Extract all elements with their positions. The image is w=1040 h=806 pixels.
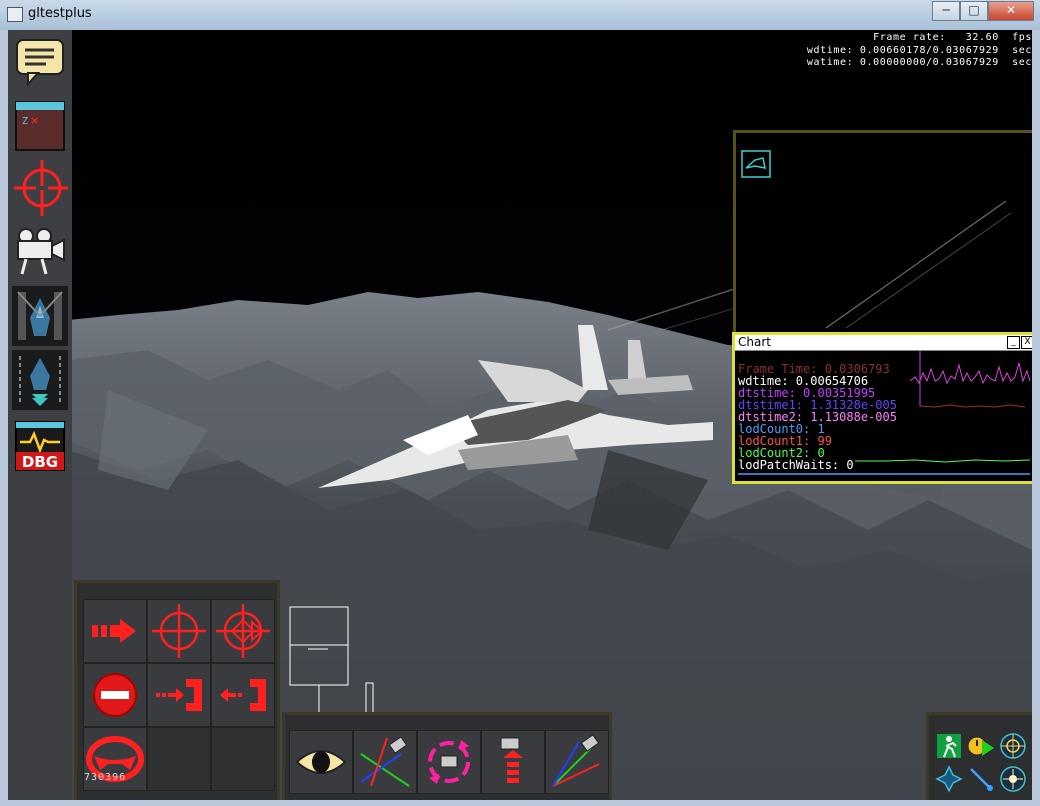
crosshair-button[interactable]: [12, 160, 68, 216]
crosshair-icon: [14, 160, 68, 216]
camera-rotate-button[interactable]: [417, 730, 481, 794]
dock-out-icon: [220, 679, 266, 711]
command-panel: [74, 580, 280, 800]
camera-up-icon: [500, 737, 523, 783]
eye-button[interactable]: [289, 730, 353, 794]
aircraft-deploy-button[interactable]: [12, 350, 68, 410]
chat-icon: [16, 39, 64, 87]
target-button[interactable]: [147, 599, 211, 663]
empty-slot: [147, 727, 211, 791]
move-forward-button[interactable]: [83, 599, 147, 663]
chart-minimize-button[interactable]: _: [1007, 336, 1020, 349]
chart-titlebar[interactable]: Chart _ X: [735, 335, 1032, 351]
svg-text:×: ×: [30, 114, 39, 127]
misc-panel: [926, 712, 1032, 800]
aircraft-deploy-icon: [19, 356, 61, 406]
watime-readout: watime: 0.00000000/0.03067929 sec: [806, 57, 1032, 68]
move-forward-icon: [92, 619, 136, 643]
chart-title: Chart: [738, 335, 771, 349]
window-icon: Z ×: [15, 101, 65, 151]
chart-body: Frame Time: 0.0306793 wdtime: 0.00654706…: [735, 351, 1032, 479]
eye-icon: [295, 750, 347, 774]
camera-move-button[interactable]: [545, 730, 609, 794]
wdtime-readout: wdtime: 0.00660178/0.03067929 sec: [806, 44, 1032, 56]
camera-axis-button[interactable]: [353, 730, 417, 794]
timer-play-button[interactable]: [965, 730, 997, 762]
stop-icon: [93, 673, 137, 717]
aircraft-select-icon: [17, 291, 63, 340]
id-counter: 730396: [84, 772, 127, 783]
camera-icon: [17, 228, 65, 275]
window-button[interactable]: Z ×: [12, 98, 68, 154]
camera-up-button[interactable]: [481, 730, 545, 794]
debug-button[interactable]: DBG: [12, 418, 68, 474]
camera-button[interactable]: [12, 222, 68, 278]
pointer-icon: [970, 768, 993, 791]
frame-rate: Frame rate: 32.60 fps: [873, 32, 1032, 43]
attitude-indicator: [289, 606, 349, 720]
left-toolbar: Z × DBG: [8, 30, 72, 800]
sun-icon: [1000, 766, 1026, 792]
exit-icon: [937, 734, 961, 758]
camera-panel: [282, 712, 612, 800]
target-icon: [152, 604, 206, 658]
maximize-button[interactable]: □: [960, 1, 988, 21]
camera-rotate-icon: [428, 740, 470, 784]
multi-target-icon: [216, 604, 270, 658]
aircraft-select-button[interactable]: [12, 286, 68, 346]
minimap-panel[interactable]: [733, 130, 1032, 336]
compass-icon: [1000, 733, 1026, 759]
chart-line-lodpatchwaits: lodPatchWaits: 0: [738, 458, 854, 472]
chart-panel[interactable]: Chart _ X Frame Time: 0.0306793 wdtime: …: [732, 332, 1032, 484]
3d-viewport[interactable]: Frame rate: 32.60 fps wdtime: 0.00660178…: [8, 30, 1032, 800]
sun-button[interactable]: [997, 763, 1029, 795]
stats-overlay: Frame rate: 32.60 fps wdtime: 0.00660178…: [807, 32, 1032, 70]
camera-axis-icon: [360, 736, 410, 787]
dock-in-button[interactable]: [147, 663, 211, 727]
window-frame-bottom: [0, 800, 1040, 806]
compass-button[interactable]: [997, 730, 1029, 762]
dock-out-button[interactable]: [211, 663, 275, 727]
timer-play-icon: [967, 736, 994, 756]
minimap-trails: [825, 200, 1012, 329]
window-frame-left: [0, 30, 8, 806]
window-frame-right: [1032, 30, 1040, 806]
camera-move-icon: [552, 734, 600, 787]
multi-target-button[interactable]: [211, 599, 275, 663]
window-titlebar: gltestplus ─ □ ✕: [0, 0, 1040, 31]
dock-in-icon: [156, 679, 202, 711]
debug-label: DBG: [22, 453, 58, 471]
window-controls: ─ □ ✕: [932, 1, 1034, 21]
formation-button[interactable]: [933, 763, 965, 795]
formation-icon: [935, 765, 963, 793]
close-button[interactable]: ✕: [988, 1, 1034, 21]
empty-slot: [211, 727, 275, 791]
chart-close-button[interactable]: X: [1021, 336, 1032, 349]
debug-icon: DBG: [15, 421, 65, 471]
chat-button[interactable]: [12, 34, 68, 90]
stop-button[interactable]: [83, 663, 147, 727]
window-title: gltestplus: [28, 6, 92, 21]
app-icon: [7, 7, 23, 22]
svg-text:Z: Z: [22, 116, 28, 127]
pointer-button[interactable]: [965, 763, 997, 795]
minimize-button[interactable]: ─: [932, 1, 960, 21]
exit-button[interactable]: [933, 730, 965, 762]
